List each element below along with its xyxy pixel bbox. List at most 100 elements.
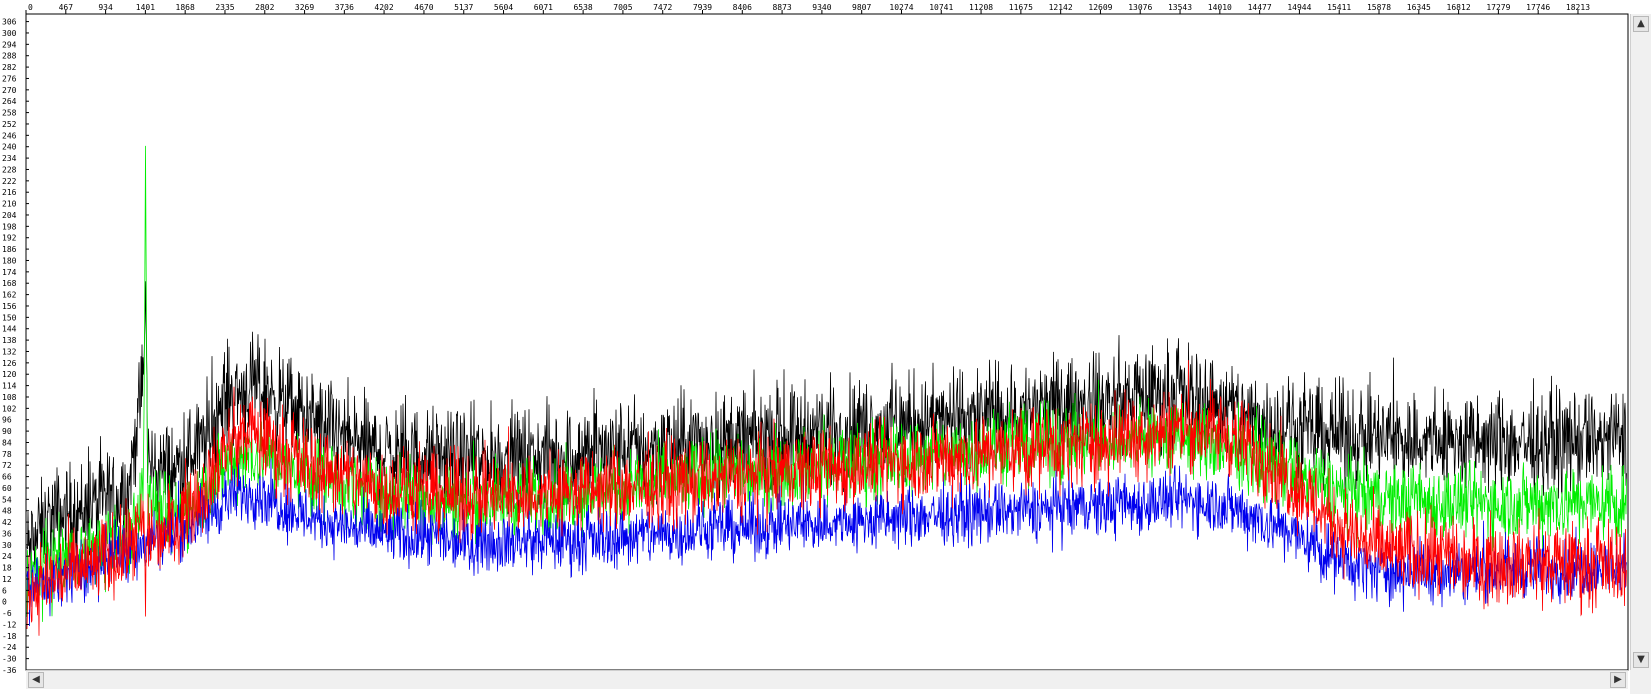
y-tick-label: -24	[2, 643, 17, 652]
y-tick-label: 156	[2, 302, 17, 311]
scroll-down-arrow-icon[interactable]: ▼	[1633, 652, 1649, 668]
y-tick-label: 288	[2, 52, 17, 61]
x-tick-label: 16812	[1447, 3, 1471, 12]
x-tick-label: 5604	[494, 3, 513, 12]
y-tick-label: -6	[2, 609, 12, 618]
x-tick-label: 5137	[454, 3, 473, 12]
y-tick-label: -18	[2, 632, 17, 641]
y-tick-label: 204	[2, 211, 17, 220]
y-tick-label: 6	[2, 586, 7, 595]
y-tick-label: -36	[2, 666, 17, 675]
x-tick-label: 4670	[414, 3, 433, 12]
y-tick-label: 240	[2, 143, 17, 152]
y-tick-label: 222	[2, 177, 17, 186]
y-tick-label: 282	[2, 63, 17, 72]
x-tick-label: 15411	[1327, 3, 1351, 12]
y-tick-label: 264	[2, 97, 17, 106]
y-tick-label: 36	[2, 529, 12, 538]
y-tick-label: 234	[2, 154, 17, 163]
y-tick-label: 102	[2, 404, 17, 413]
x-tick-label: 934	[98, 3, 113, 12]
scrollbar-corner	[1630, 670, 1651, 694]
y-tick-label: 66	[2, 473, 12, 482]
y-tick-label: 30	[2, 541, 12, 550]
x-tick-label: 467	[59, 3, 74, 12]
x-tick-label: 14944	[1287, 3, 1311, 12]
x-axis: 0 467 934 1401 1868 2335 2802 3269 3736 4202 4670 5…	[25, 3, 1590, 14]
x-tick-label: 11675	[1009, 3, 1033, 12]
series-layer	[26, 145, 1627, 636]
y-tick-label: 0	[2, 598, 7, 607]
y-tick-label: 114	[2, 382, 17, 391]
x-tick-label: 1401	[136, 3, 155, 12]
horizontal-scrollbar[interactable]: ◀ ▶	[26, 670, 1628, 689]
y-tick-label: 150	[2, 313, 17, 322]
x-tick-label: 4202	[374, 3, 393, 12]
y-tick-label: 42	[2, 518, 12, 527]
scroll-right-arrow-icon[interactable]: ▶	[1610, 672, 1626, 688]
x-tick-label: 1868	[176, 3, 195, 12]
y-tick-label: 72	[2, 461, 12, 470]
x-tick-label: 7939	[693, 3, 712, 12]
x-tick-label: 13543	[1168, 3, 1192, 12]
vertical-scrollbar[interactable]: ▲ ▼	[1630, 14, 1651, 670]
y-tick-label: 96	[2, 416, 12, 425]
y-tick-label: -30	[2, 655, 17, 664]
x-tick-label: 17746	[1526, 3, 1550, 12]
x-tick-label: 15878	[1367, 3, 1391, 12]
x-tick-label: 9807	[852, 3, 871, 12]
y-tick-label: 108	[2, 393, 17, 402]
x-tick-label: 18213	[1566, 3, 1590, 12]
scroll-left-arrow-icon[interactable]: ◀	[28, 672, 44, 688]
y-tick-label: 300	[2, 29, 17, 38]
x-tick-label: 12609	[1088, 3, 1112, 12]
y-tick-label: 180	[2, 256, 17, 265]
y-tick-label: 126	[2, 359, 17, 368]
y-tick-label: 144	[2, 325, 17, 334]
y-tick-label: 294	[2, 40, 17, 49]
y-tick-label: 90	[2, 427, 12, 436]
y-tick-label: 138	[2, 336, 17, 345]
x-tick-label: 3269	[295, 3, 314, 12]
y-tick-label: 186	[2, 245, 17, 254]
y-tick-label: 246	[2, 131, 17, 140]
x-tick-label: 17279	[1486, 3, 1510, 12]
x-tick-label: 12142	[1049, 3, 1073, 12]
y-tick-label: 192	[2, 234, 17, 243]
y-axis: 3063002942882822762702642582522462402342…	[2, 18, 29, 675]
x-tick-label: 8406	[733, 3, 752, 12]
x-tick-label: 7472	[653, 3, 672, 12]
y-tick-label: 216	[2, 188, 17, 197]
y-tick-label: 276	[2, 74, 17, 83]
x-tick-label: 10741	[929, 3, 953, 12]
x-tick-label: 2335	[215, 3, 234, 12]
x-tick-label: 16345	[1407, 3, 1431, 12]
x-tick-label: 9340	[812, 3, 831, 12]
y-tick-label: 210	[2, 200, 17, 209]
x-tick-label: 14477	[1248, 3, 1272, 12]
x-tick-label: 8873	[772, 3, 791, 12]
x-tick-label: 3736	[335, 3, 354, 12]
y-tick-label: -12	[2, 620, 17, 629]
x-tick-label: 6538	[573, 3, 592, 12]
y-tick-label: 132	[2, 347, 17, 356]
y-tick-label: 162	[2, 291, 17, 300]
x-tick-label: 13076	[1128, 3, 1152, 12]
y-tick-label: 54	[2, 495, 12, 504]
y-tick-label: 258	[2, 109, 17, 118]
y-tick-label: 168	[2, 279, 17, 288]
scroll-up-arrow-icon[interactable]: ▲	[1633, 16, 1649, 32]
y-tick-label: 120	[2, 370, 17, 379]
y-tick-label: 18	[2, 564, 12, 573]
y-tick-label: 78	[2, 450, 12, 459]
y-tick-label: 270	[2, 86, 17, 95]
x-tick-label: 10274	[889, 3, 913, 12]
y-tick-label: 252	[2, 120, 17, 129]
x-tick-label: 7005	[613, 3, 632, 12]
x-tick-label: 2802	[255, 3, 274, 12]
x-tick-label: 6071	[534, 3, 553, 12]
y-tick-label: 12	[2, 575, 12, 584]
y-tick-label: 24	[2, 552, 12, 561]
x-tick-label: 0	[28, 3, 33, 12]
y-tick-label: 84	[2, 438, 12, 447]
